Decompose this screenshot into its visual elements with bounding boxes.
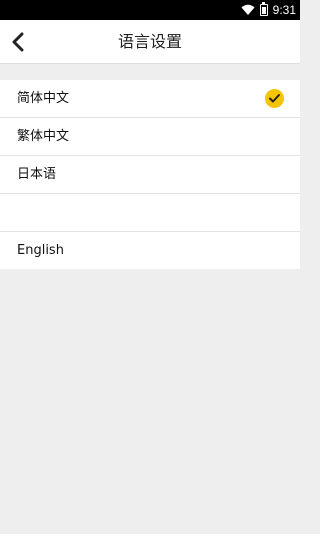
page-title: 语言设置 — [117, 32, 183, 51]
status-icons: 9:31 — [241, 0, 296, 20]
check-icon — [265, 89, 284, 108]
wifi-icon — [241, 4, 255, 15]
language-label: 日本语 — [17, 167, 57, 182]
language-item-traditional-chinese[interactable]: 繁体中文 — [0, 118, 300, 156]
status-bar: 9:31 — [0, 0, 300, 20]
language-list: 简体中文 繁体中文 日本语 English — [0, 80, 300, 269]
language-item-english[interactable]: English — [0, 232, 300, 269]
status-time: 9:31 — [272, 3, 296, 17]
language-item-blank[interactable] — [0, 194, 300, 232]
language-label: 简体中文 — [17, 91, 70, 106]
language-item-japanese[interactable]: 日本语 — [0, 156, 300, 194]
header: 语言设置 — [0, 20, 300, 64]
back-button[interactable] — [4, 26, 32, 58]
language-label: 繁体中文 — [17, 129, 70, 144]
language-item-simplified-chinese[interactable]: 简体中文 — [0, 80, 300, 118]
battery-icon — [259, 2, 268, 16]
chevron-left-icon — [12, 32, 24, 52]
language-label: English — [17, 243, 64, 258]
